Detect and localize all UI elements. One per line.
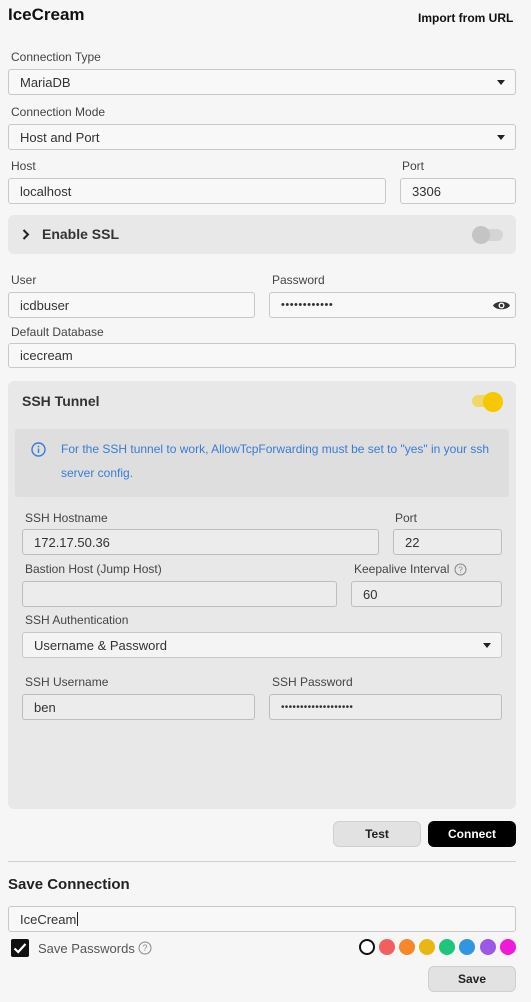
page-title: IceCream: [8, 5, 85, 24]
color-swatch-red[interactable]: [379, 939, 395, 955]
color-swatch-yellow[interactable]: [419, 939, 435, 955]
help-icon[interactable]: ?: [454, 563, 467, 576]
port-value: 3306: [412, 183, 441, 199]
import-from-url-link[interactable]: Import from URL: [418, 11, 513, 25]
connection-mode-value: Host and Port: [20, 129, 100, 145]
password-value: ••••••••••••: [281, 299, 334, 311]
default-database-value: icecream: [20, 348, 73, 363]
ssh-hostname-value: 172.17.50.36: [34, 534, 110, 550]
color-swatch-green[interactable]: [439, 939, 455, 955]
ssh-username-value: ben: [34, 699, 56, 715]
divider: [8, 861, 516, 862]
ssh-port-input[interactable]: 22: [393, 529, 502, 555]
ssh-hostname-input[interactable]: 172.17.50.36: [22, 529, 379, 555]
port-label: Port: [402, 159, 425, 173]
ssh-password-input[interactable]: •••••••••••••••••••: [269, 694, 502, 720]
connection-mode-label: Connection Mode: [11, 105, 106, 119]
password-label: Password: [272, 273, 325, 287]
color-swatch-purple[interactable]: [480, 939, 496, 955]
color-swatch-none[interactable]: [359, 939, 375, 955]
text-cursor: [77, 912, 79, 926]
bastion-host-input[interactable]: [22, 581, 337, 607]
user-value: icdbuser: [20, 297, 70, 313]
test-button[interactable]: Test: [333, 821, 421, 847]
save-passwords-checkbox[interactable]: [11, 939, 29, 957]
connection-mode-select[interactable]: Host and Port: [8, 124, 516, 150]
save-passwords-label: Save Passwords: [38, 941, 135, 956]
ssh-username-label: SSH Username: [25, 675, 109, 689]
ssh-info-text: For the SSH tunnel to work, AllowTcpForw…: [61, 442, 490, 480]
ssh-authentication-label: SSH Authentication: [25, 613, 129, 627]
default-database-label: Default Database: [11, 325, 104, 339]
save-button[interactable]: Save: [428, 966, 516, 992]
connect-button[interactable]: Connect: [428, 821, 516, 847]
connection-name-input[interactable]: IceCream: [8, 906, 516, 932]
svg-text:?: ?: [142, 943, 147, 953]
color-swatch-orange[interactable]: [399, 939, 415, 955]
password-input[interactable]: ••••••••••••: [269, 292, 516, 318]
ssh-tunnel-panel: SSH Tunnel For the SSH tunnel to work, A…: [8, 381, 516, 809]
ssh-authentication-select[interactable]: Username & Password: [22, 632, 502, 658]
keepalive-interval-label: Keepalive Interval: [354, 562, 450, 576]
color-swatch-pink[interactable]: [500, 939, 516, 955]
save-connection-title: Save Connection: [8, 876, 130, 893]
default-database-input[interactable]: icecream: [8, 343, 516, 368]
chevron-down-icon: [497, 135, 505, 140]
connection-type-label: Connection Type: [11, 50, 101, 64]
chevron-down-icon: [483, 643, 491, 648]
ssh-tunnel-title: SSH Tunnel: [22, 393, 100, 409]
ssh-tunnel-toggle[interactable]: [472, 390, 504, 412]
color-swatch-blue[interactable]: [459, 939, 475, 955]
user-input[interactable]: icdbuser: [8, 292, 255, 318]
checkmark-icon: [13, 943, 27, 954]
ssh-port-value: 22: [405, 534, 420, 550]
chevron-down-icon: [497, 80, 505, 85]
host-label: Host: [11, 159, 36, 173]
svg-text:?: ?: [458, 566, 463, 575]
host-input[interactable]: localhost: [8, 178, 386, 204]
chevron-right-icon: [22, 229, 30, 240]
enable-ssl-toggle[interactable]: [472, 225, 504, 245]
ssh-hostname-label: SSH Hostname: [25, 511, 108, 525]
ssh-port-label: Port: [395, 511, 418, 525]
keepalive-interval-input[interactable]: 60: [351, 581, 502, 607]
ssh-authentication-value: Username & Password: [34, 637, 167, 653]
keepalive-interval-value: 60: [363, 586, 378, 602]
info-icon: [31, 442, 46, 457]
enable-ssl-panel[interactable]: Enable SSL: [8, 215, 516, 254]
user-label: User: [11, 273, 37, 287]
bastion-host-label: Bastion Host (Jump Host): [25, 562, 162, 576]
connection-type-select[interactable]: MariaDB: [8, 69, 516, 95]
eye-icon[interactable]: [492, 299, 511, 312]
ssh-password-label: SSH Password: [272, 675, 353, 689]
port-input[interactable]: 3306: [400, 178, 516, 204]
ssh-password-value: •••••••••••••••••••: [281, 701, 354, 713]
enable-ssl-label: Enable SSL: [42, 226, 120, 242]
ssh-username-input[interactable]: ben: [22, 694, 255, 720]
host-value: localhost: [20, 183, 72, 199]
help-icon[interactable]: ?: [138, 941, 152, 955]
connection-name-value: IceCream: [20, 911, 77, 927]
connection-type-value: MariaDB: [20, 74, 71, 90]
ssh-info-box: For the SSH tunnel to work, AllowTcpForw…: [15, 429, 509, 497]
